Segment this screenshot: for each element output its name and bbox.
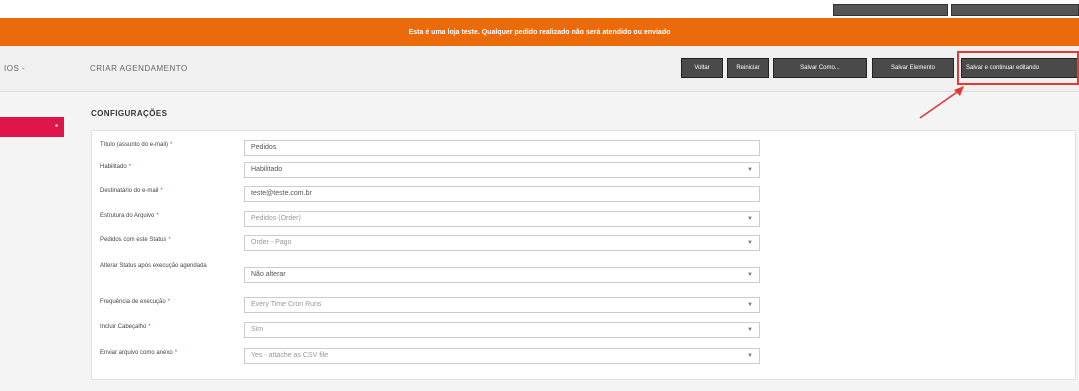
form-row-enabled: Habilitado * Habilitado ▼ bbox=[100, 160, 760, 180]
change-status-select[interactable]: Não alterar ▼ bbox=[244, 267, 760, 283]
highlight-box bbox=[957, 51, 1079, 85]
section-title: CONFIGURAÇÕES bbox=[91, 109, 168, 118]
attachment-select[interactable]: Yes - attache as CSV file ▼ bbox=[244, 348, 760, 364]
form-row-status: Pedidos com este Status * Order - Pago ▼ bbox=[100, 233, 760, 253]
field-label: Pedidos com este Status * bbox=[100, 237, 171, 243]
chevron-down-icon: ▼ bbox=[747, 167, 753, 173]
enabled-select[interactable]: Habilitado ▼ bbox=[244, 162, 760, 178]
field-label: Frequência de execução * bbox=[100, 299, 171, 305]
file-structure-select[interactable]: Pedidos (Order) ▼ bbox=[244, 211, 760, 227]
field-label: Destinatário do e-mail * bbox=[100, 188, 163, 194]
nav-section-label: IOS - bbox=[4, 64, 26, 73]
title-input[interactable]: Pedidos bbox=[244, 140, 760, 156]
notice-text: Esta é uma loja teste. Qualquer pedido r… bbox=[408, 28, 671, 36]
form-row-structure: Estrutura do Arquivo * Pedidos (Order) ▼ bbox=[100, 209, 760, 229]
order-status-select[interactable]: Order - Pago ▼ bbox=[244, 235, 760, 251]
demo-store-notice: Esta é uma loja teste. Qualquer pedido r… bbox=[0, 18, 1079, 46]
field-label: Enviar arquivo como anexo * bbox=[100, 350, 178, 356]
field-label: Incluir Cabeçalho * bbox=[100, 324, 151, 330]
form-row-change-status: Alterar Status após execução agendada Nã… bbox=[100, 263, 760, 285]
chevron-down-icon: ▼ bbox=[747, 216, 753, 222]
field-label: Alterar Status após execução agendada bbox=[100, 263, 207, 269]
chevron-down-icon: ▼ bbox=[747, 272, 753, 278]
field-label: Título (assunto do e-mail) * bbox=[100, 142, 173, 148]
top-store-button[interactable] bbox=[951, 4, 1079, 16]
back-button[interactable]: Voltar bbox=[681, 58, 723, 78]
chevron-down-icon: ▼ bbox=[747, 240, 753, 246]
form-row-frequency: Frequência de execução * Every Time Cron … bbox=[100, 295, 760, 315]
annotation-arrow-icon bbox=[919, 86, 964, 119]
reset-button[interactable]: Reiniciar bbox=[727, 58, 769, 78]
form-row-recipient: Destinatário do e-mail * teste@teste.com.… bbox=[100, 184, 760, 204]
include-header-select[interactable]: Sim ▼ bbox=[244, 322, 760, 338]
save-as-button[interactable]: Salvar Como... bbox=[773, 58, 867, 78]
form-row-attachment: Enviar arquivo como anexo * Yes - attache… bbox=[100, 346, 760, 366]
square-icon: ▪ bbox=[55, 121, 58, 130]
chevron-down-icon: ▼ bbox=[747, 353, 753, 359]
save-element-button[interactable]: Salvar Elemento bbox=[872, 58, 954, 78]
top-account-button[interactable] bbox=[833, 4, 948, 16]
frequency-select[interactable]: Every Time Cron Runs ▼ bbox=[244, 297, 760, 313]
chevron-down-icon: ▼ bbox=[747, 302, 753, 308]
field-label: Estrutura do Arquivo * bbox=[100, 213, 159, 219]
page-title: CRIAR AGENDAMENTO bbox=[90, 64, 188, 73]
field-label: Habilitado * bbox=[100, 164, 132, 170]
chevron-down-icon: ▼ bbox=[747, 327, 753, 333]
top-strip bbox=[0, 0, 1079, 18]
recipient-email-input[interactable]: teste@teste.com.br bbox=[244, 186, 760, 202]
form-row-title: Título (assunto do e-mail) * Pedidos bbox=[100, 138, 760, 158]
form-row-header: Incluir Cabeçalho * Sim ▼ bbox=[100, 320, 760, 340]
sidebar-active-item[interactable]: ▪ bbox=[0, 117, 64, 137]
